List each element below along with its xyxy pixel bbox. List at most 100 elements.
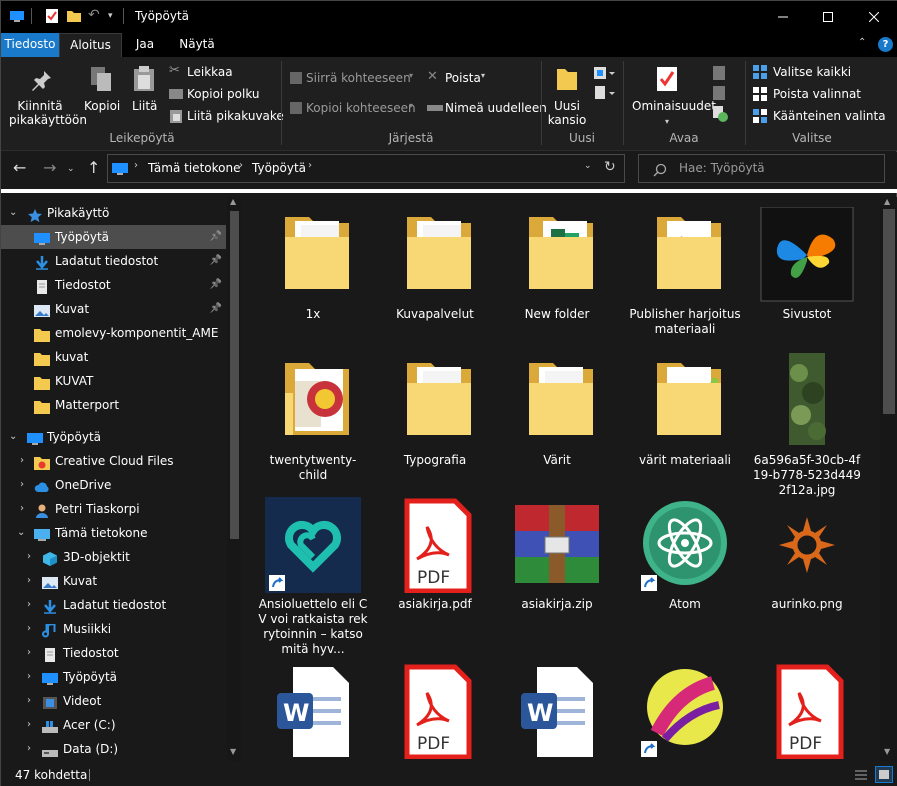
tab-nayta[interactable]: Näytä <box>171 33 223 57</box>
file-item[interactable]: Värit <box>501 353 613 503</box>
expand-chevron-right-icon[interactable]: › <box>27 569 31 593</box>
address-box[interactable]: › Tämä tietokone › Työpöytä › ⌄ ↻ <box>107 154 625 183</box>
tab-aloitus[interactable]: Aloitus <box>59 33 122 57</box>
sidebar-item[interactable]: kuvat <box>1 345 226 369</box>
large-icons-view-button[interactable] <box>875 766 893 783</box>
file-item[interactable]: värit materiaali <box>629 353 741 503</box>
history-button[interactable] <box>711 105 729 123</box>
expand-chevron-right-icon[interactable]: › <box>20 497 24 521</box>
copy-button[interactable]: Kopioi <box>81 59 121 129</box>
search-input[interactable]: Hae: Työpöytä <box>638 154 885 183</box>
copy-to-button[interactable]: Kopioi kohteeseen ▾ <box>287 99 419 117</box>
paste-button[interactable]: Liitä <box>127 59 161 129</box>
expand-chevron-right-icon[interactable]: › <box>20 473 24 497</box>
sidebar-item[interactable]: KUVAT <box>1 369 226 393</box>
select-all-button[interactable]: Valitse kaikki <box>753 63 883 81</box>
expand-chevron-right-icon[interactable]: › <box>27 665 31 689</box>
address-history-chevron-icon[interactable]: ⌄ <box>584 161 592 171</box>
file-grid-scroll-thumb[interactable] <box>883 209 895 414</box>
file-item[interactable]: 6a596a5f-30cb-4f19-b778-523d4492f12a.jpg <box>751 353 863 503</box>
expand-chevron-right-icon[interactable]: › <box>27 641 31 665</box>
file-item[interactable]: PDFCV.pdf <box>379 663 491 761</box>
sidebar-item[interactable]: Kuvat 📌 <box>1 297 226 321</box>
sidebar-item[interactable]: › Ladatut tiedostot <box>1 593 226 617</box>
minimize-button[interactable] <box>760 1 806 33</box>
sidebar-item[interactable]: ⌄ Pikakäyttö <box>1 201 226 225</box>
sidebar-item[interactable]: › Petri Tiaskorpi <box>1 497 226 521</box>
expand-chevron-right-icon[interactable]: › <box>27 593 31 617</box>
details-view-button[interactable] <box>853 768 869 782</box>
sidebar-item[interactable]: › Videot <box>1 689 226 713</box>
expand-chevron-down-icon[interactable]: ⌄ <box>17 521 25 545</box>
delete-button[interactable]: ✕ Poista ▾ <box>425 69 495 87</box>
expand-chevron-right-icon[interactable]: › <box>27 737 31 761</box>
customize-toolbar-chevron-icon[interactable]: ▾ <box>108 11 124 27</box>
scroll-down-arrow-icon[interactable]: ▼ <box>230 747 236 756</box>
sidebar-item[interactable]: Matterport <box>1 393 226 417</box>
file-item[interactable]: PDF Publisher harjoitusmateriaali <box>629 207 741 357</box>
sidebar-item[interactable]: › Data (D:) <box>1 737 226 761</box>
navigation-pane-scroll-thumb[interactable] <box>230 211 239 539</box>
breadcrumb-desktop[interactable]: Työpöytä <box>252 161 306 175</box>
copy-path-button[interactable]: Kopioi polku <box>167 85 277 103</box>
help-icon[interactable]: ? <box>878 37 893 52</box>
sidebar-item[interactable]: ⌄ Tämä tietokone <box>1 521 226 545</box>
sidebar-item[interactable]: › Acer (C:) <box>1 713 226 737</box>
file-item[interactable]: PDF asiakirja.pdf <box>379 497 491 647</box>
file-item[interactable]: New folder <box>501 207 613 357</box>
open-button[interactable] <box>711 65 729 81</box>
sidebar-item[interactable]: › Musiikki <box>1 617 226 641</box>
sidebar-item[interactable]: Ladatut tiedostot 📌 <box>1 249 226 273</box>
move-to-button[interactable]: Siirrä kohteeseen ▾ <box>287 69 419 87</box>
sidebar-item[interactable]: › Työpöytä <box>1 665 226 689</box>
file-item[interactable]: Sivustot <box>751 206 863 357</box>
file-item[interactable]: PDFInvoice-1839490 <box>751 663 863 761</box>
expand-chevron-right-icon[interactable]: › <box>20 449 24 473</box>
back-arrow-icon[interactable]: ← <box>13 158 26 177</box>
sidebar-item[interactable]: › Kuvat <box>1 569 226 593</box>
file-item[interactable]: twentytwenty-child <box>257 353 369 503</box>
sidebar-item[interactable]: › Tiedostot <box>1 641 226 665</box>
cut-button[interactable]: ✂ Leikkaa <box>167 63 277 81</box>
maximize-button[interactable] <box>805 1 851 33</box>
select-none-button[interactable]: Poista valinnat <box>753 85 883 103</box>
rename-button[interactable]: Nimeä uudelleen <box>425 99 547 117</box>
properties-button[interactable]: Ominaisuudet ▾ <box>629 59 716 129</box>
undo-icon[interactable]: ↶ <box>88 7 104 23</box>
new-folder-button[interactable]: Uusi kansio <box>545 59 589 129</box>
recent-locations-chevron-icon[interactable]: ⌄ <box>67 164 75 174</box>
ribbon-collapse-chevron-icon[interactable]: ⌃ <box>858 37 866 48</box>
pin-to-quick-access-button[interactable]: Kiinnitä pikakäyttöön <box>7 59 87 129</box>
sidebar-item[interactable]: › Creative Cloud Files <box>1 449 226 473</box>
sidebar-item[interactable]: › OneDrive <box>1 473 226 497</box>
tab-tiedosto[interactable]: Tiedosto <box>1 33 59 57</box>
expand-chevron-down-icon[interactable]: ⌄ <box>9 201 17 225</box>
expand-chevron-right-icon[interactable]: › <box>27 545 31 569</box>
tab-jaa[interactable]: Jaa <box>125 33 165 57</box>
easy-access-button[interactable] <box>593 85 615 103</box>
scroll-up-arrow-icon[interactable]: ▲ <box>884 197 890 206</box>
expand-chevron-right-icon[interactable]: › <box>27 617 31 641</box>
file-item[interactable]: WCV.docx <box>257 663 369 761</box>
forward-arrow-icon[interactable]: → <box>43 158 56 177</box>
sidebar-item[interactable]: ⌄ Työpöytä <box>1 425 226 449</box>
sidebar-item[interactable]: › 3D-objektit <box>1 545 226 569</box>
sidebar-item[interactable]: emolevy-komponentit_AME <box>1 321 226 345</box>
up-arrow-icon[interactable]: ↑ <box>87 158 100 177</box>
breadcrumb-this-pc[interactable]: Tämä tietokone <box>148 161 240 175</box>
scroll-down-arrow-icon[interactable]: ▼ <box>884 747 890 756</box>
file-item[interactable]: Kuvapalvelut <box>379 207 491 357</box>
file-item[interactable]: WCV-ohje.docx <box>501 663 613 761</box>
refresh-icon[interactable]: ↻ <box>604 159 616 175</box>
scroll-up-arrow-icon[interactable]: ▲ <box>230 197 236 206</box>
file-item[interactable]: Gravit Designer - <box>629 663 741 761</box>
file-item[interactable]: 1x <box>257 207 369 357</box>
expand-chevron-down-icon[interactable]: ⌄ <box>9 425 17 449</box>
expand-chevron-right-icon[interactable]: › <box>27 713 31 737</box>
file-item[interactable]: asiakirja.zip <box>501 497 613 647</box>
paste-shortcut-button[interactable]: Liitä pikakuvake <box>167 107 284 125</box>
explorer-window-icon[interactable] <box>9 8 25 24</box>
sidebar-item[interactable]: Työpöytä 📌 <box>1 225 226 249</box>
file-item[interactable]: aurinko.png <box>751 497 863 647</box>
expand-chevron-right-icon[interactable]: › <box>27 689 31 713</box>
